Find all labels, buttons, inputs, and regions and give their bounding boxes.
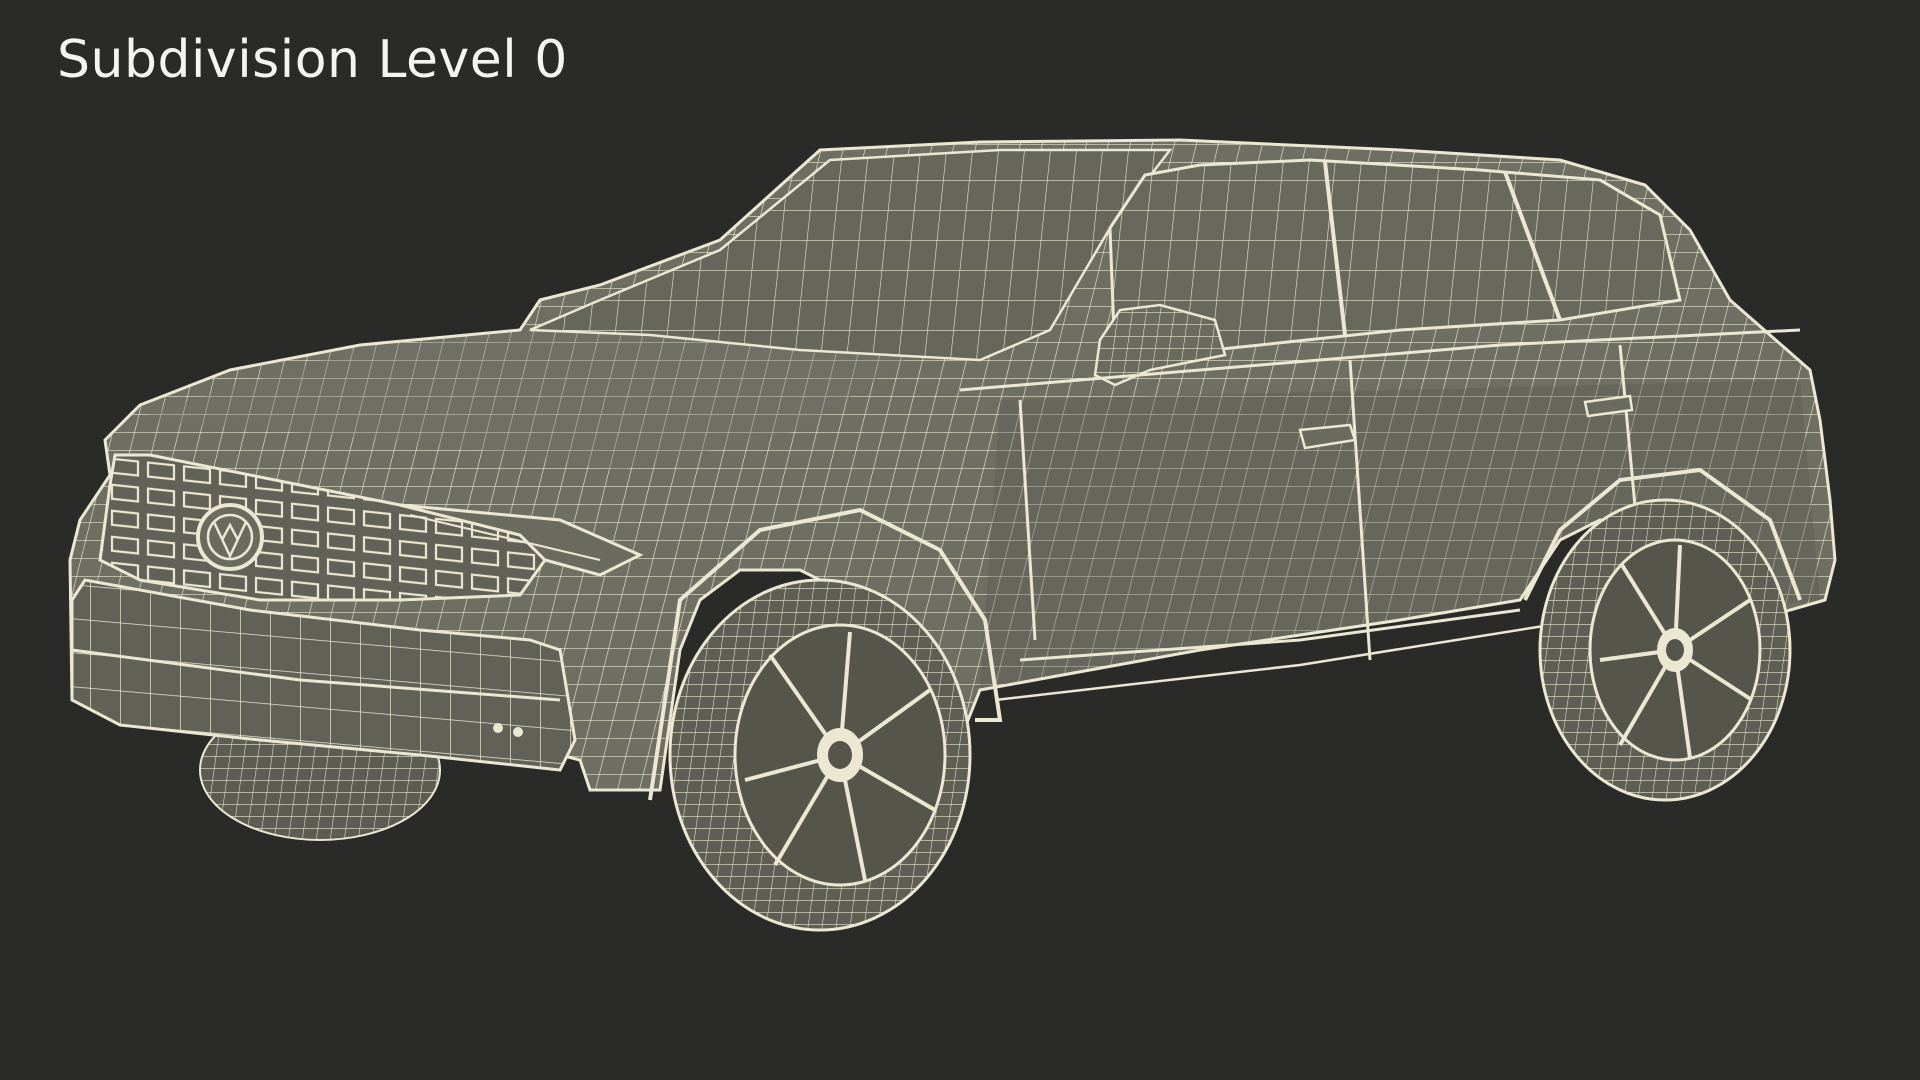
subdivision-level-caption: Subdivision Level 0 — [57, 30, 568, 90]
emblem — [196, 503, 264, 571]
car-wireframe-render — [68, 138, 1837, 932]
viewport: Subdivision Level 0 — [0, 0, 1920, 1080]
